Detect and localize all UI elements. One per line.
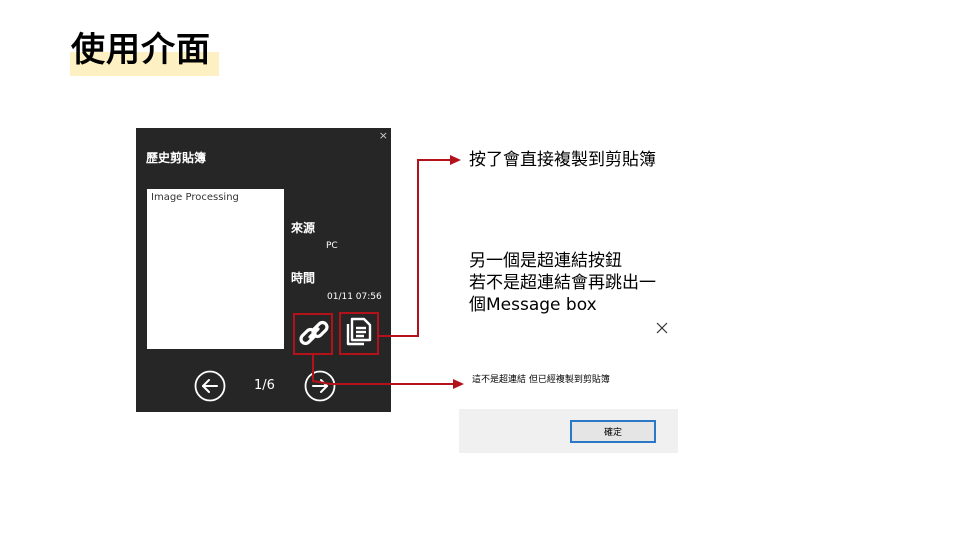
message-box-close-button[interactable] — [655, 320, 669, 334]
link-note-line-1: 另一個是超連結按鈕 — [469, 251, 622, 271]
slide-title: 使用介面 — [71, 30, 211, 70]
link-connector — [312, 355, 455, 385]
close-icon — [656, 322, 668, 334]
message-box-text: 這不是超連結 但已經複製到剪貼簿 — [472, 375, 610, 385]
copy-connector — [379, 159, 452, 337]
copy-note: 按了會直接複製到剪貼簿 — [469, 150, 656, 170]
link-note-line-2: 若不是超連結會再跳出一 — [469, 273, 656, 293]
copy-arrowhead — [450, 155, 461, 165]
ok-button[interactable]: 確定 — [570, 420, 656, 443]
link-arrowhead — [453, 379, 464, 389]
link-note-line-3: 個Message box — [469, 295, 597, 315]
